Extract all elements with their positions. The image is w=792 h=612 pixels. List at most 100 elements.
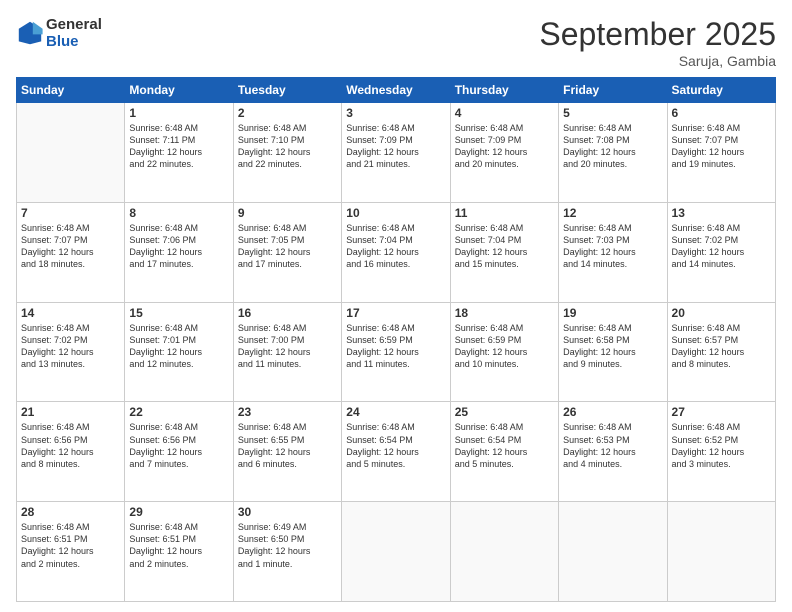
month-title: September 2025 bbox=[539, 16, 776, 53]
table-row: 14 Sunrise: 6:48 AM Sunset: 7:02 PM Dayli… bbox=[17, 302, 125, 402]
table-row: 15Sunrise: 6:48 AM Sunset: 7:01 PM Dayli… bbox=[125, 302, 233, 402]
day-number: 11 bbox=[455, 206, 554, 220]
calendar-week-row: 14 Sunrise: 6:48 AM Sunset: 7:02 PM Dayli… bbox=[17, 302, 776, 402]
day-info: Sunrise: 6:48 AM Sunset: 7:08 PM Dayligh… bbox=[563, 122, 662, 171]
table-row bbox=[450, 502, 558, 602]
day-number: 2 bbox=[238, 106, 337, 120]
day-number: 9 bbox=[238, 206, 337, 220]
table-row: 10 Sunrise: 6:48 AM Sunset: 7:04 PM Dayli… bbox=[342, 202, 450, 302]
col-friday: Friday bbox=[559, 78, 667, 103]
table-row: 6 Sunrise: 6:48 AM Sunset: 7:07 PM Daylig… bbox=[667, 103, 775, 203]
day-info: Sunrise: 6:49 AM Sunset: 6:50 PM Dayligh… bbox=[238, 521, 337, 570]
table-row: 2 Sunrise: 6:48 AM Sunset: 7:10 PM Daylig… bbox=[233, 103, 341, 203]
day-info: Sunrise: 6:48 AM Sunset: 7:07 PM Dayligh… bbox=[21, 222, 120, 271]
day-number: 6 bbox=[672, 106, 771, 120]
table-row: 13 Sunrise: 6:48 AM Sunset: 7:02 PM Dayli… bbox=[667, 202, 775, 302]
table-row: 18 Sunrise: 6:48 AM Sunset: 6:59 PM Dayli… bbox=[450, 302, 558, 402]
day-number: 17 bbox=[346, 306, 445, 320]
day-info: Sunrise: 6:48 AM Sunset: 7:05 PM Dayligh… bbox=[238, 222, 337, 271]
day-number: 1 bbox=[129, 106, 228, 120]
col-sunday: Sunday bbox=[17, 78, 125, 103]
table-row: 5 Sunrise: 6:48 AM Sunset: 7:08 PM Daylig… bbox=[559, 103, 667, 203]
col-tuesday: Tuesday bbox=[233, 78, 341, 103]
table-row bbox=[667, 502, 775, 602]
table-row: 19 Sunrise: 6:48 AM Sunset: 6:58 PM Dayli… bbox=[559, 302, 667, 402]
table-row: 1 Sunrise: 6:48 AM Sunset: 7:11 PM Daylig… bbox=[125, 103, 233, 203]
table-row: 29 Sunrise: 6:48 AM Sunset: 6:51 PM Dayli… bbox=[125, 502, 233, 602]
calendar-header-row: Sunday Monday Tuesday Wednesday Thursday… bbox=[17, 78, 776, 103]
table-row: 26 Sunrise: 6:48 AM Sunset: 6:53 PM Dayli… bbox=[559, 402, 667, 502]
day-info: Sunrise: 6:48 AM Sunset: 7:00 PM Dayligh… bbox=[238, 322, 337, 371]
day-info: Sunrise: 6:48 AM Sunset: 7:04 PM Dayligh… bbox=[455, 222, 554, 271]
logo: General Blue bbox=[16, 16, 102, 50]
day-info: Sunrise: 6:48 AM Sunset: 6:56 PM Dayligh… bbox=[21, 421, 120, 470]
day-info: Sunrise: 6:48 AM Sunset: 7:03 PM Dayligh… bbox=[563, 222, 662, 271]
logo-icon bbox=[16, 19, 44, 47]
calendar-week-row: 1 Sunrise: 6:48 AM Sunset: 7:11 PM Daylig… bbox=[17, 103, 776, 203]
day-number: 27 bbox=[672, 405, 771, 419]
day-number: 19 bbox=[563, 306, 662, 320]
day-number: 14 bbox=[21, 306, 120, 320]
header: General Blue September 2025 Saruja, Gamb… bbox=[16, 16, 776, 69]
col-wednesday: Wednesday bbox=[342, 78, 450, 103]
table-row: 9 Sunrise: 6:48 AM Sunset: 7:05 PM Daylig… bbox=[233, 202, 341, 302]
day-number: 23 bbox=[238, 405, 337, 419]
day-info: Sunrise: 6:48 AM Sunset: 6:56 PM Dayligh… bbox=[129, 421, 228, 470]
day-number: 20 bbox=[672, 306, 771, 320]
table-row bbox=[17, 103, 125, 203]
table-row: 3 Sunrise: 6:48 AM Sunset: 7:09 PM Daylig… bbox=[342, 103, 450, 203]
day-number: 4 bbox=[455, 106, 554, 120]
day-info: Sunrise: 6:48 AM Sunset: 7:07 PM Dayligh… bbox=[672, 122, 771, 171]
day-info: Sunrise: 6:48 AM Sunset: 6:58 PM Dayligh… bbox=[563, 322, 662, 371]
table-row: 12Sunrise: 6:48 AM Sunset: 7:03 PM Dayli… bbox=[559, 202, 667, 302]
day-info: Sunrise: 6:48 AM Sunset: 6:51 PM Dayligh… bbox=[129, 521, 228, 570]
day-info: Sunrise: 6:48 AM Sunset: 6:52 PM Dayligh… bbox=[672, 421, 771, 470]
day-number: 30 bbox=[238, 505, 337, 519]
day-info: Sunrise: 6:48 AM Sunset: 6:57 PM Dayligh… bbox=[672, 322, 771, 371]
day-number: 26 bbox=[563, 405, 662, 419]
day-info: Sunrise: 6:48 AM Sunset: 6:59 PM Dayligh… bbox=[455, 322, 554, 371]
day-number: 22 bbox=[129, 405, 228, 419]
table-row: 25 Sunrise: 6:48 AM Sunset: 6:54 PM Dayli… bbox=[450, 402, 558, 502]
day-number: 16 bbox=[238, 306, 337, 320]
subtitle: Saruja, Gambia bbox=[539, 53, 776, 69]
day-number: 7 bbox=[21, 206, 120, 220]
day-info: Sunrise: 6:48 AM Sunset: 7:10 PM Dayligh… bbox=[238, 122, 337, 171]
table-row: 7 Sunrise: 6:48 AM Sunset: 7:07 PM Daylig… bbox=[17, 202, 125, 302]
table-row: 20 Sunrise: 6:48 AM Sunset: 6:57 PM Dayli… bbox=[667, 302, 775, 402]
day-number: 10 bbox=[346, 206, 445, 220]
table-row: 28Sunrise: 6:48 AM Sunset: 6:51 PM Dayli… bbox=[17, 502, 125, 602]
day-info: Sunrise: 6:48 AM Sunset: 7:11 PM Dayligh… bbox=[129, 122, 228, 171]
day-number: 8 bbox=[129, 206, 228, 220]
day-info: Sunrise: 6:48 AM Sunset: 6:59 PM Dayligh… bbox=[346, 322, 445, 371]
day-info: Sunrise: 6:48 AM Sunset: 7:02 PM Dayligh… bbox=[672, 222, 771, 271]
day-number: 5 bbox=[563, 106, 662, 120]
table-row: 27 Sunrise: 6:48 AM Sunset: 6:52 PM Dayli… bbox=[667, 402, 775, 502]
day-info: Sunrise: 6:48 AM Sunset: 6:54 PM Dayligh… bbox=[455, 421, 554, 470]
col-saturday: Saturday bbox=[667, 78, 775, 103]
calendar: Sunday Monday Tuesday Wednesday Thursday… bbox=[16, 77, 776, 602]
day-info: Sunrise: 6:48 AM Sunset: 7:09 PM Dayligh… bbox=[455, 122, 554, 171]
day-info: Sunrise: 6:48 AM Sunset: 7:04 PM Dayligh… bbox=[346, 222, 445, 271]
table-row bbox=[559, 502, 667, 602]
day-info: Sunrise: 6:48 AM Sunset: 6:55 PM Dayligh… bbox=[238, 421, 337, 470]
table-row: 30 Sunrise: 6:49 AM Sunset: 6:50 PM Dayli… bbox=[233, 502, 341, 602]
day-number: 18 bbox=[455, 306, 554, 320]
day-number: 29 bbox=[129, 505, 228, 519]
day-number: 25 bbox=[455, 405, 554, 419]
day-number: 15 bbox=[129, 306, 228, 320]
calendar-week-row: 28Sunrise: 6:48 AM Sunset: 6:51 PM Dayli… bbox=[17, 502, 776, 602]
day-info: Sunrise: 6:48 AM Sunset: 7:09 PM Dayligh… bbox=[346, 122, 445, 171]
col-thursday: Thursday bbox=[450, 78, 558, 103]
calendar-week-row: 21Sunrise: 6:48 AM Sunset: 6:56 PM Dayli… bbox=[17, 402, 776, 502]
day-number: 13 bbox=[672, 206, 771, 220]
page: General Blue September 2025 Saruja, Gamb… bbox=[0, 0, 792, 612]
table-row: 8Sunrise: 6:48 AM Sunset: 7:06 PM Daylig… bbox=[125, 202, 233, 302]
day-number: 3 bbox=[346, 106, 445, 120]
day-info: Sunrise: 6:48 AM Sunset: 7:02 PM Dayligh… bbox=[21, 322, 120, 371]
day-info: Sunrise: 6:48 AM Sunset: 6:53 PM Dayligh… bbox=[563, 421, 662, 470]
table-row: 21Sunrise: 6:48 AM Sunset: 6:56 PM Dayli… bbox=[17, 402, 125, 502]
table-row: 11 Sunrise: 6:48 AM Sunset: 7:04 PM Dayli… bbox=[450, 202, 558, 302]
table-row: 23 Sunrise: 6:48 AM Sunset: 6:55 PM Dayli… bbox=[233, 402, 341, 502]
day-info: Sunrise: 6:48 AM Sunset: 6:54 PM Dayligh… bbox=[346, 421, 445, 470]
